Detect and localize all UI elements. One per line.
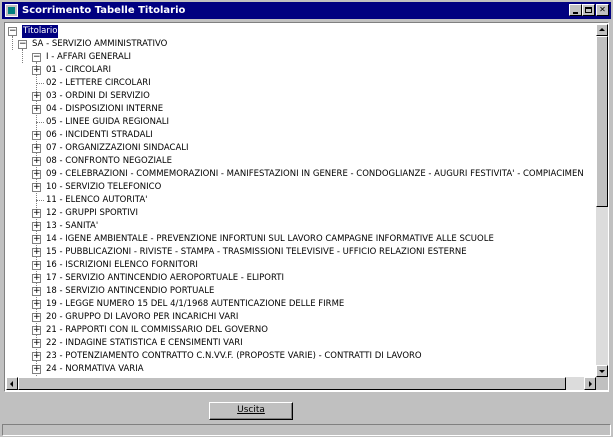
tree-node-label[interactable]: I - AFFARI GENERALI xyxy=(46,51,131,64)
expand-icon[interactable]: + xyxy=(32,222,41,231)
tree-item-label[interactable]: 03 - ORDINI DI SERVIZIO xyxy=(46,90,150,103)
tree-item-label[interactable]: 18 - SERVIZIO ANTINCENDIO PORTUALE xyxy=(46,285,214,298)
main-window: Scorrimento Tabelle Titolario ✕ − Titola… xyxy=(0,0,613,437)
expand-icon[interactable]: + xyxy=(32,235,41,244)
scroll-left-button[interactable] xyxy=(6,377,18,390)
expand-icon[interactable]: + xyxy=(32,105,41,114)
minimize-button[interactable] xyxy=(569,4,582,16)
status-bar xyxy=(2,424,611,436)
tree-connector xyxy=(36,122,44,123)
tree-item-label[interactable]: 22 - INDAGINE STATISTICA E CENSIMENTI VA… xyxy=(46,337,243,350)
tree-item-label[interactable]: 19 - LEGGE NUMERO 15 DEL 4/1/1968 AUTENT… xyxy=(46,298,344,311)
tree-connector xyxy=(12,36,13,50)
minimize-icon xyxy=(573,12,578,14)
tree-item-label[interactable]: 02 - LETTERE CIRCOLARI xyxy=(46,77,151,90)
horizontal-scrollbar[interactable] xyxy=(6,377,596,390)
tree-item-label[interactable]: 05 - LINEE GUIDA REGIONALI xyxy=(46,116,169,129)
expand-icon[interactable]: + xyxy=(32,209,41,218)
expand-icon[interactable]: + xyxy=(32,183,41,192)
tree-item-label[interactable]: 24 - NORMATIVA VARIA xyxy=(46,363,144,376)
tree-item-label[interactable]: 23 - POTENZIAMENTO CONTRATTO C.N.VV.F. (… xyxy=(46,350,422,363)
tree-item-label[interactable]: 01 - CIRCOLARI xyxy=(46,64,111,77)
scroll-up-button[interactable] xyxy=(596,24,608,36)
arrow-left-icon xyxy=(10,381,13,387)
expand-icon[interactable]: + xyxy=(32,66,41,75)
expand-icon[interactable]: + xyxy=(32,261,41,270)
expand-icon[interactable]: + xyxy=(32,352,41,361)
tree-connector xyxy=(22,49,23,63)
expand-icon[interactable]: + xyxy=(32,313,41,322)
tree-view[interactable]: − Titolario − SA - SERVIZIO AMMINISTRATI… xyxy=(6,24,596,377)
app-icon[interactable] xyxy=(5,4,18,17)
close-icon: ✕ xyxy=(599,5,606,14)
arrow-up-icon xyxy=(599,28,605,31)
tree-item-label[interactable]: 21 - RAPPORTI CON IL COMMISSARIO DEL GOV… xyxy=(46,324,268,337)
exit-button[interactable]: Uscita xyxy=(209,402,293,420)
exit-button-label: Uscita xyxy=(237,405,265,415)
expand-icon[interactable]: + xyxy=(32,131,41,140)
arrow-right-icon xyxy=(589,381,592,387)
tree-connector xyxy=(36,200,44,201)
scroll-down-button[interactable] xyxy=(596,365,608,377)
tree-view-frame: − Titolario − SA - SERVIZIO AMMINISTRATI… xyxy=(4,22,609,392)
maximize-button[interactable] xyxy=(582,4,595,16)
expand-icon[interactable]: + xyxy=(32,300,41,309)
close-button[interactable]: ✕ xyxy=(596,4,609,16)
tree-connector xyxy=(36,83,44,84)
tree-node-label[interactable]: Titolario xyxy=(22,25,59,38)
tree-item-label[interactable]: 04 - DISPOSIZIONI INTERNE xyxy=(46,103,163,116)
title-bar[interactable]: Scorrimento Tabelle Titolario ✕ xyxy=(2,2,611,19)
tree-item-label[interactable]: 13 - SANITA' xyxy=(46,220,98,233)
vertical-scroll-thumb[interactable] xyxy=(596,36,608,207)
expand-icon[interactable]: + xyxy=(32,339,41,348)
tree-item-label[interactable]: 11 - ELENCO AUTORITA' xyxy=(46,194,147,207)
horizontal-scroll-thumb[interactable] xyxy=(18,377,566,390)
arrow-down-icon xyxy=(599,370,605,373)
collapse-icon[interactable]: − xyxy=(8,27,17,36)
expand-icon[interactable]: + xyxy=(32,287,41,296)
expand-icon[interactable]: + xyxy=(32,157,41,166)
expand-icon[interactable]: + xyxy=(32,365,41,374)
tree-item-label[interactable]: 16 - ISCRIZIONI ELENCO FORNITORI xyxy=(46,259,198,272)
collapse-icon[interactable]: − xyxy=(18,40,27,49)
tree-item-label[interactable]: 10 - SERVIZIO TELEFONICO xyxy=(46,181,161,194)
tree-item-label[interactable]: 07 - ORGANIZZAZIONI SINDACALI xyxy=(46,142,189,155)
tree-item-label[interactable]: 08 - CONFRONTO NEGOZIALE xyxy=(46,155,172,168)
expand-icon[interactable]: + xyxy=(32,92,41,101)
expand-icon[interactable]: + xyxy=(32,144,41,153)
tree-item-label[interactable]: 15 - PUBBLICAZIONI - RIVISTE - STAMPA - … xyxy=(46,246,467,259)
window-title: Scorrimento Tabelle Titolario xyxy=(22,5,186,16)
tree-node-label[interactable]: SA - SERVIZIO AMMINISTRATIVO xyxy=(32,38,167,51)
tree-item-label[interactable]: 14 - IGENE AMBIENTALE - PREVENZIONE INFO… xyxy=(46,233,494,246)
scroll-right-button[interactable] xyxy=(584,377,596,390)
expand-icon[interactable]: + xyxy=(32,170,41,179)
tree-item-label[interactable]: 06 - INCIDENTI STRADALI xyxy=(46,129,153,142)
tree-item-label[interactable]: 17 - SERVIZIO ANTINCENDIO AEROPORTUALE -… xyxy=(46,272,284,285)
expand-icon[interactable]: + xyxy=(32,274,41,283)
tree-item-label[interactable]: 12 - GRUPPI SPORTIVI xyxy=(46,207,138,220)
tree-item-label[interactable]: 09 - CELEBRAZIONI - COMMEMORAZIONI - MAN… xyxy=(46,168,584,181)
collapse-icon[interactable]: − xyxy=(32,53,41,62)
scrollbar-corner xyxy=(596,377,608,390)
expand-icon[interactable]: + xyxy=(32,326,41,335)
expand-icon[interactable]: + xyxy=(32,248,41,257)
tree-item-label[interactable]: 20 - GRUPPO DI LAVORO PER INCARICHI VARI xyxy=(46,311,238,324)
maximize-icon xyxy=(585,7,592,13)
vertical-scrollbar[interactable] xyxy=(596,24,608,377)
